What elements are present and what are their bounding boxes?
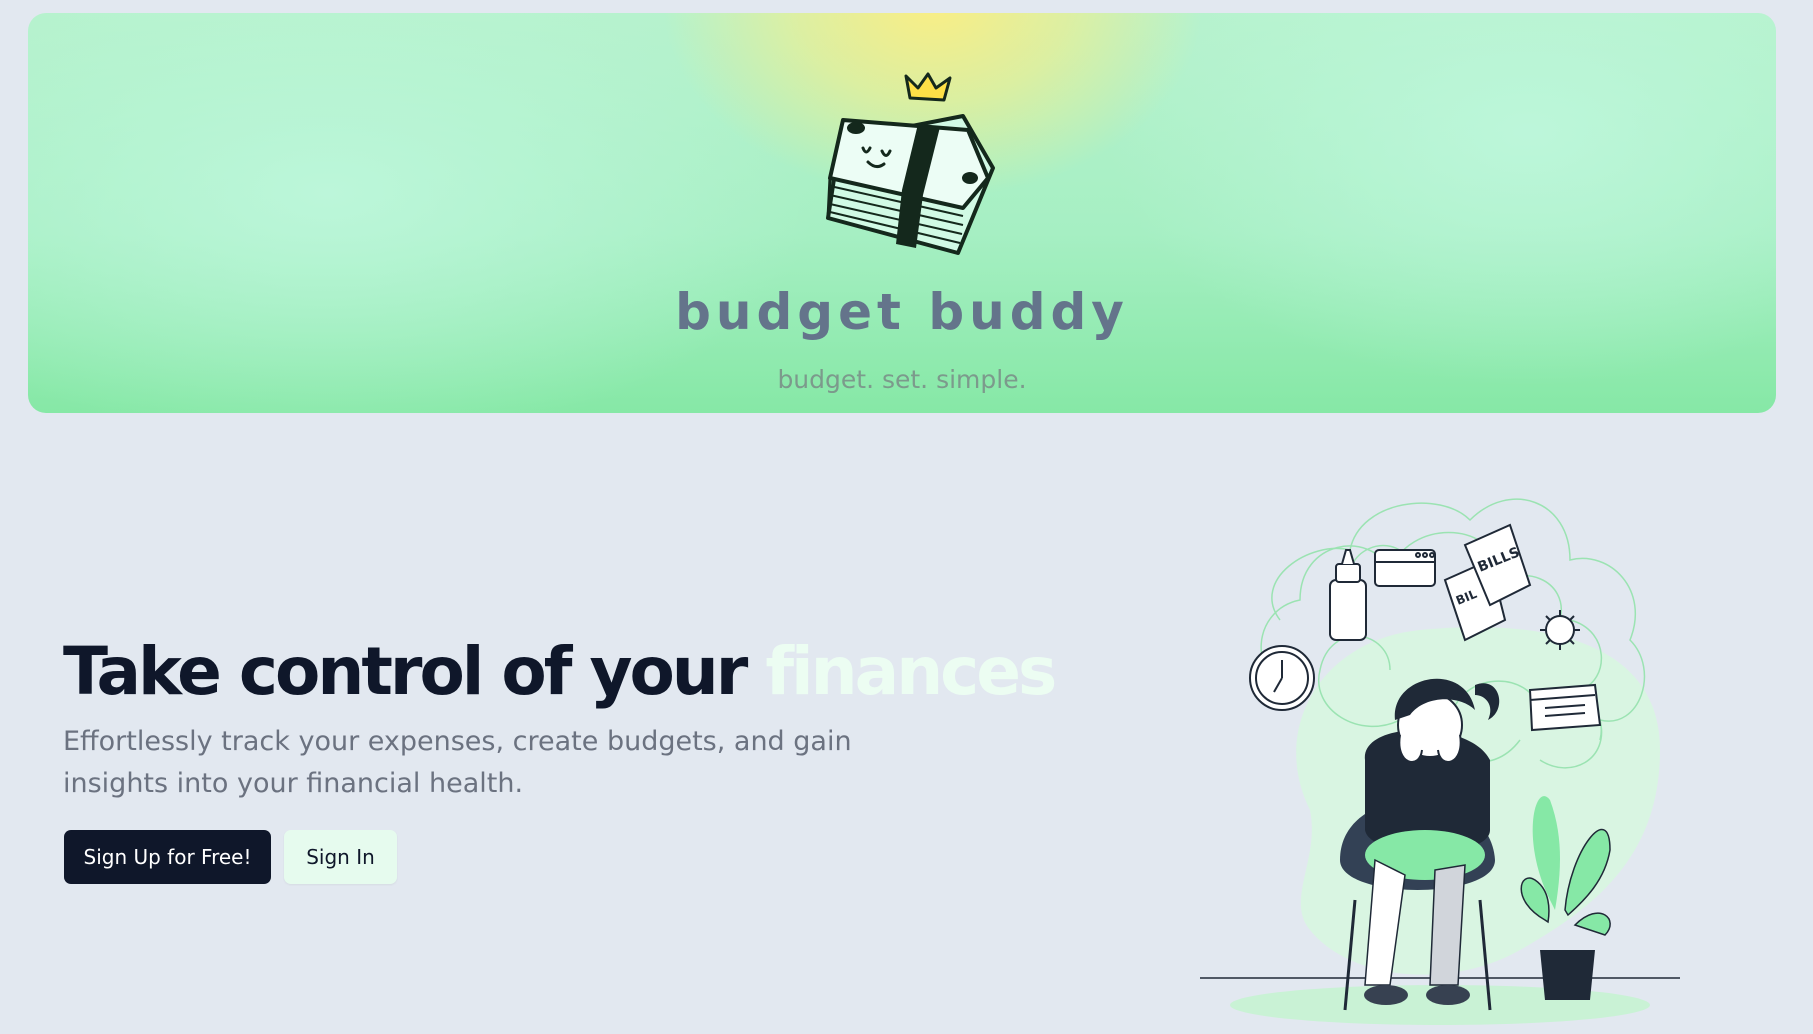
brand-tagline: budget. set. simple. [777,365,1027,394]
money-stack-logo-icon [798,58,998,268]
headline: Take control of your finances [63,633,1057,710]
sign-up-button[interactable]: Sign Up for Free! [64,830,271,884]
crown-icon [904,72,952,102]
calendar-icon [1528,683,1602,732]
sign-in-button[interactable]: Sign In [284,830,397,884]
credit-card-icon [1374,549,1436,587]
hero-subtext: Effortlessly track your expenses, create… [63,726,852,799]
baby-bottle-icon [1329,549,1367,641]
bills-icon: BIL BILLS [1443,523,1532,642]
virus-icon [1540,610,1580,650]
headline-accent: finances [765,633,1057,710]
hero-banner: budget buddy budget. set. simple. [28,13,1776,413]
stressed-person-illustration: BIL BILLS [1190,480,1690,1030]
clock-icon [1249,645,1315,711]
brand-title: budget buddy [675,283,1129,341]
headline-prefix: Take control of your [63,633,766,710]
